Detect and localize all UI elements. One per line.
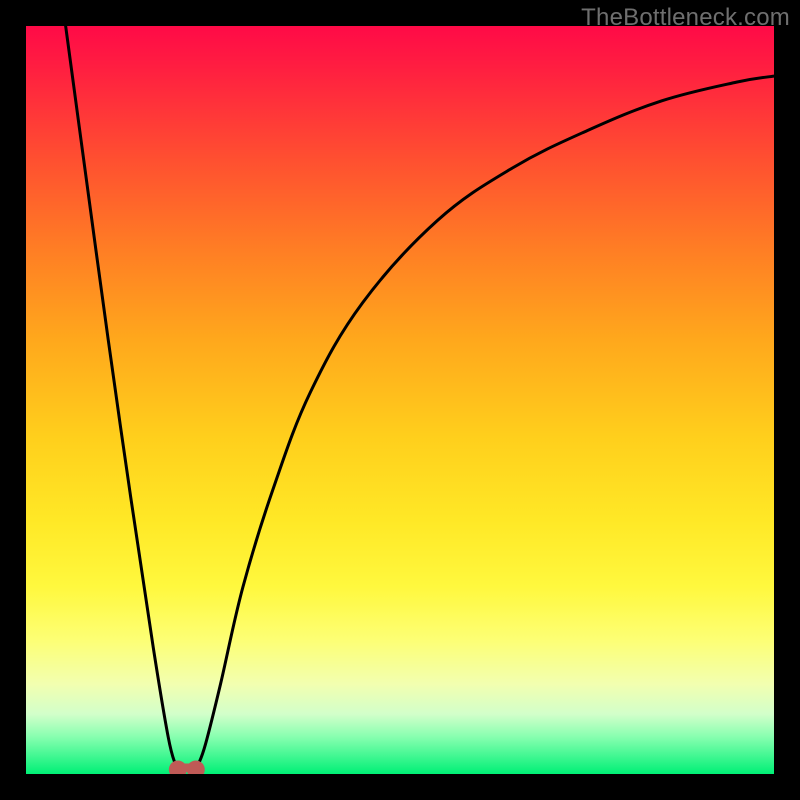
curve-left-branch — [66, 26, 178, 770]
bottleneck-curve-svg — [26, 26, 774, 774]
curve-right-branch — [196, 76, 774, 769]
chart-frame — [26, 26, 774, 774]
watermark-text: TheBottleneck.com — [581, 4, 790, 32]
trough-right-dot — [187, 761, 205, 774]
trough-left-dot — [169, 761, 187, 774]
